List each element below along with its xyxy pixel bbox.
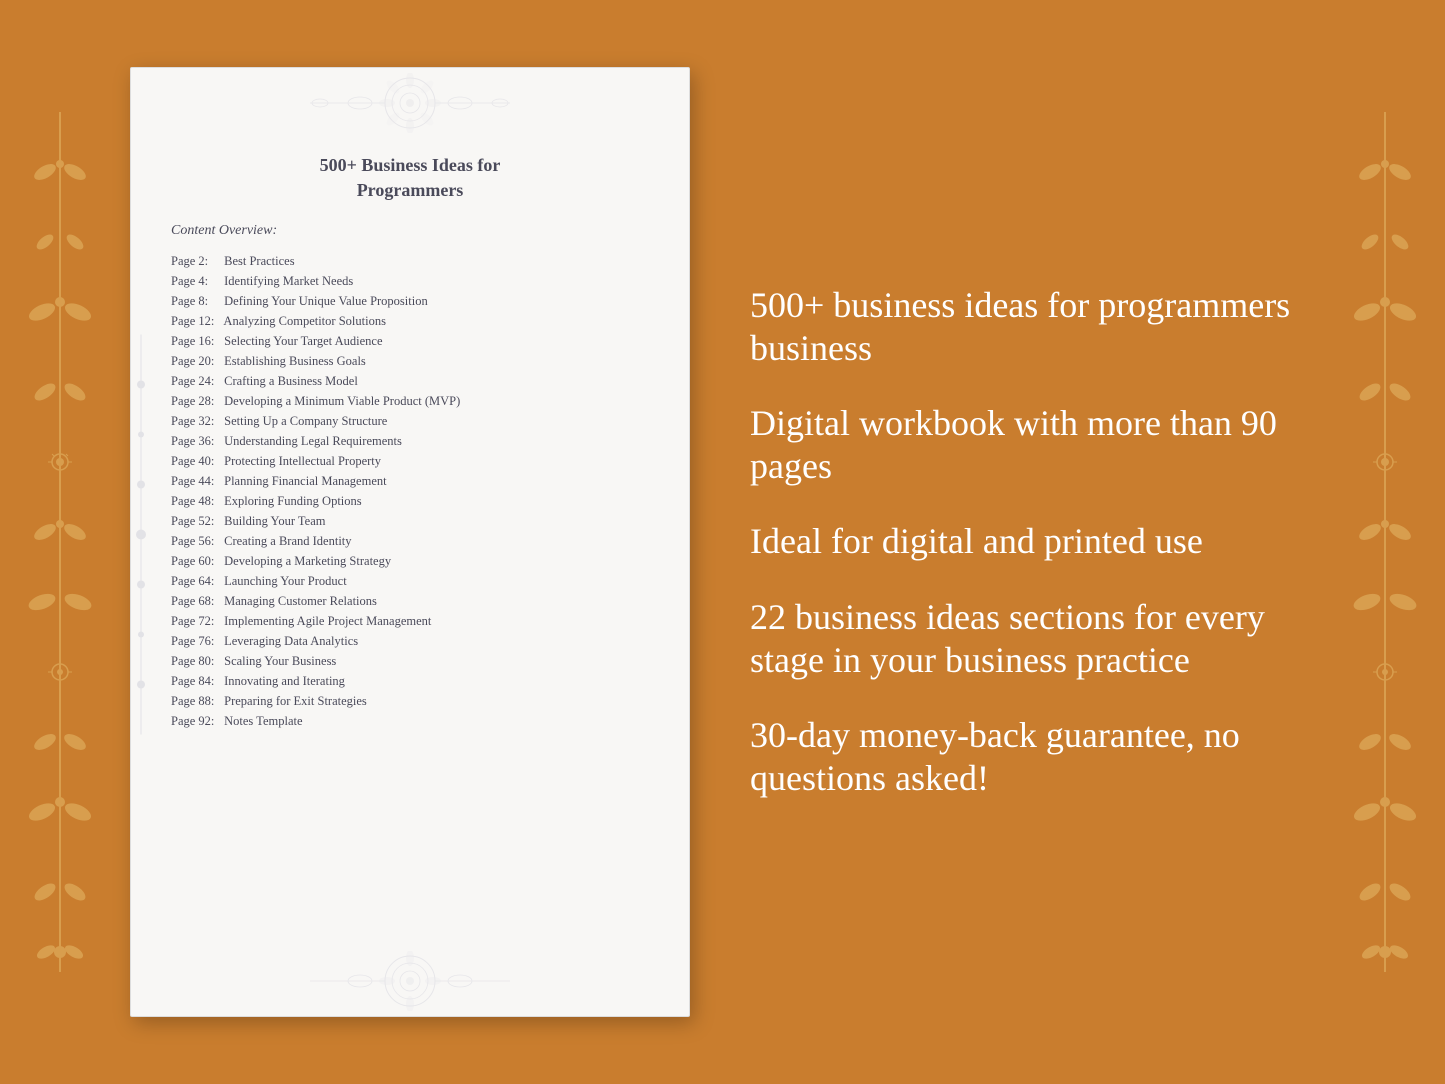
toc-item: Page 60: Developing a Marketing Strategy: [171, 551, 649, 571]
toc-item: Page 8: Defining Your Unique Value Propo…: [171, 291, 649, 311]
info-point-1: Digital workbook with more than 90 pages: [750, 402, 1315, 488]
info-point-3: 22 business ideas sections for every sta…: [750, 596, 1315, 682]
toc-item: Page 76: Leveraging Data Analytics: [171, 631, 649, 651]
info-panel: 500+ business ideas for programmers busi…: [750, 264, 1315, 821]
toc-item: Page 92: Notes Template: [171, 711, 649, 731]
toc-item: Page 52: Building Your Team: [171, 511, 649, 531]
doc-side-ornament: [131, 335, 151, 750]
document-preview: 500+ Business Ideas for Programmers Cont…: [130, 67, 690, 1017]
document-title-area: 500+ Business Ideas for Programmers: [171, 153, 649, 203]
toc-list: Page 2: Best PracticesPage 4: Identifyin…: [171, 251, 649, 731]
toc-item: Page 2: Best Practices: [171, 251, 649, 271]
info-point-0: 500+ business ideas for programmers busi…: [750, 284, 1315, 370]
toc-item: Page 72: Implementing Agile Project Mana…: [171, 611, 649, 631]
document-title: 500+ Business Ideas for Programmers: [171, 153, 649, 203]
toc-item: Page 68: Managing Customer Relations: [171, 591, 649, 611]
toc-item: Page 64: Launching Your Product: [171, 571, 649, 591]
toc-item: Page 24: Crafting a Business Model: [171, 371, 649, 391]
toc-item: Page 28: Developing a Minimum Viable Pro…: [171, 391, 649, 411]
toc-item: Page 56: Creating a Brand Identity: [171, 531, 649, 551]
doc-top-decoration: [131, 68, 689, 138]
info-point-4: 30-day money-back guarantee, no question…: [750, 714, 1315, 800]
floral-right-decoration: [1325, 0, 1445, 1084]
info-point-2: Ideal for digital and printed use: [750, 520, 1315, 563]
toc-item: Page 40: Protecting Intellectual Propert…: [171, 451, 649, 471]
toc-item: Page 84: Innovating and Iterating: [171, 671, 649, 691]
floral-left-decoration: [0, 0, 120, 1084]
toc-item: Page 80: Scaling Your Business: [171, 651, 649, 671]
toc-item: Page 20: Establishing Business Goals: [171, 351, 649, 371]
toc-item: Page 16: Selecting Your Target Audience: [171, 331, 649, 351]
toc-item: Page 32: Setting Up a Company Structure: [171, 411, 649, 431]
toc-item: Page 4: Identifying Market Needs: [171, 271, 649, 291]
toc-item: Page 12: Analyzing Competitor Solutions: [171, 311, 649, 331]
main-container: 500+ Business Ideas for Programmers Cont…: [0, 0, 1445, 1084]
toc-item: Page 48: Exploring Funding Options: [171, 491, 649, 511]
doc-bottom-decoration: [131, 946, 689, 1016]
toc-item: Page 44: Planning Financial Management: [171, 471, 649, 491]
content-overview-label: Content Overview:: [171, 223, 649, 239]
toc-item: Page 36: Understanding Legal Requirement…: [171, 431, 649, 451]
toc-item: Page 88: Preparing for Exit Strategies: [171, 691, 649, 711]
